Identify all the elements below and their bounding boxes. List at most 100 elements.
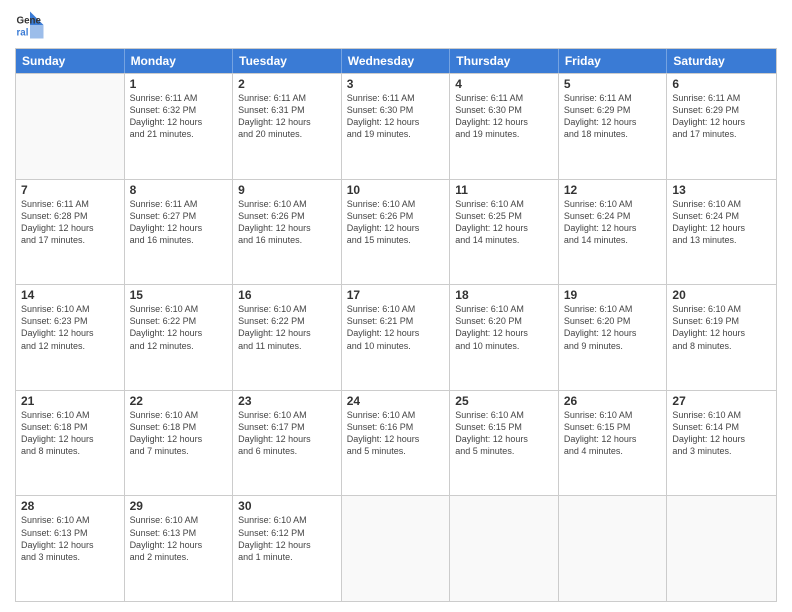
page: Gene ral SundayMondayTuesdayWednesdayThu… — [0, 0, 792, 612]
weekday-header: Sunday — [16, 49, 125, 73]
calendar-cell — [16, 74, 125, 179]
weekday-header: Saturday — [667, 49, 776, 73]
day-number: 25 — [455, 394, 553, 408]
calendar-cell: 3Sunrise: 6:11 AMSunset: 6:30 PMDaylight… — [342, 74, 451, 179]
day-info: Sunrise: 6:11 AMSunset: 6:30 PMDaylight:… — [347, 92, 445, 141]
calendar-cell: 19Sunrise: 6:10 AMSunset: 6:20 PMDayligh… — [559, 285, 668, 390]
calendar-body: 1Sunrise: 6:11 AMSunset: 6:32 PMDaylight… — [16, 73, 776, 601]
calendar-cell: 10Sunrise: 6:10 AMSunset: 6:26 PMDayligh… — [342, 180, 451, 285]
calendar-cell: 28Sunrise: 6:10 AMSunset: 6:13 PMDayligh… — [16, 496, 125, 601]
calendar-row: 28Sunrise: 6:10 AMSunset: 6:13 PMDayligh… — [16, 495, 776, 601]
day-number: 9 — [238, 183, 336, 197]
day-number: 24 — [347, 394, 445, 408]
calendar-cell — [450, 496, 559, 601]
day-info: Sunrise: 6:10 AMSunset: 6:12 PMDaylight:… — [238, 514, 336, 563]
logo: Gene ral — [15, 10, 49, 40]
day-info: Sunrise: 6:10 AMSunset: 6:14 PMDaylight:… — [672, 409, 771, 458]
day-number: 16 — [238, 288, 336, 302]
day-info: Sunrise: 6:10 AMSunset: 6:18 PMDaylight:… — [21, 409, 119, 458]
day-info: Sunrise: 6:10 AMSunset: 6:15 PMDaylight:… — [564, 409, 662, 458]
day-info: Sunrise: 6:11 AMSunset: 6:29 PMDaylight:… — [672, 92, 771, 141]
calendar-cell: 7Sunrise: 6:11 AMSunset: 6:28 PMDaylight… — [16, 180, 125, 285]
day-number: 28 — [21, 499, 119, 513]
day-info: Sunrise: 6:10 AMSunset: 6:26 PMDaylight:… — [238, 198, 336, 247]
header: Gene ral — [15, 10, 777, 40]
weekday-header: Monday — [125, 49, 234, 73]
day-number: 18 — [455, 288, 553, 302]
day-number: 30 — [238, 499, 336, 513]
calendar-cell: 4Sunrise: 6:11 AMSunset: 6:30 PMDaylight… — [450, 74, 559, 179]
calendar-cell: 2Sunrise: 6:11 AMSunset: 6:31 PMDaylight… — [233, 74, 342, 179]
day-info: Sunrise: 6:11 AMSunset: 6:28 PMDaylight:… — [21, 198, 119, 247]
day-info: Sunrise: 6:10 AMSunset: 6:16 PMDaylight:… — [347, 409, 445, 458]
day-number: 7 — [21, 183, 119, 197]
calendar: SundayMondayTuesdayWednesdayThursdayFrid… — [15, 48, 777, 602]
day-info: Sunrise: 6:10 AMSunset: 6:17 PMDaylight:… — [238, 409, 336, 458]
calendar-row: 1Sunrise: 6:11 AMSunset: 6:32 PMDaylight… — [16, 73, 776, 179]
day-number: 3 — [347, 77, 445, 91]
day-info: Sunrise: 6:11 AMSunset: 6:32 PMDaylight:… — [130, 92, 228, 141]
day-number: 14 — [21, 288, 119, 302]
calendar-cell: 1Sunrise: 6:11 AMSunset: 6:32 PMDaylight… — [125, 74, 234, 179]
calendar-cell: 25Sunrise: 6:10 AMSunset: 6:15 PMDayligh… — [450, 391, 559, 496]
calendar-cell: 9Sunrise: 6:10 AMSunset: 6:26 PMDaylight… — [233, 180, 342, 285]
day-number: 27 — [672, 394, 771, 408]
day-info: Sunrise: 6:10 AMSunset: 6:20 PMDaylight:… — [455, 303, 553, 352]
calendar-cell: 23Sunrise: 6:10 AMSunset: 6:17 PMDayligh… — [233, 391, 342, 496]
day-number: 17 — [347, 288, 445, 302]
calendar-cell: 26Sunrise: 6:10 AMSunset: 6:15 PMDayligh… — [559, 391, 668, 496]
day-info: Sunrise: 6:10 AMSunset: 6:21 PMDaylight:… — [347, 303, 445, 352]
calendar-cell — [667, 496, 776, 601]
calendar-header: SundayMondayTuesdayWednesdayThursdayFrid… — [16, 49, 776, 73]
calendar-cell: 11Sunrise: 6:10 AMSunset: 6:25 PMDayligh… — [450, 180, 559, 285]
day-info: Sunrise: 6:10 AMSunset: 6:24 PMDaylight:… — [672, 198, 771, 247]
svg-text:ral: ral — [17, 28, 29, 39]
day-info: Sunrise: 6:10 AMSunset: 6:13 PMDaylight:… — [21, 514, 119, 563]
day-number: 22 — [130, 394, 228, 408]
day-info: Sunrise: 6:11 AMSunset: 6:27 PMDaylight:… — [130, 198, 228, 247]
calendar-cell: 8Sunrise: 6:11 AMSunset: 6:27 PMDaylight… — [125, 180, 234, 285]
day-number: 21 — [21, 394, 119, 408]
calendar-cell: 21Sunrise: 6:10 AMSunset: 6:18 PMDayligh… — [16, 391, 125, 496]
day-info: Sunrise: 6:10 AMSunset: 6:24 PMDaylight:… — [564, 198, 662, 247]
day-number: 8 — [130, 183, 228, 197]
calendar-cell — [342, 496, 451, 601]
calendar-cell: 6Sunrise: 6:11 AMSunset: 6:29 PMDaylight… — [667, 74, 776, 179]
calendar-cell: 27Sunrise: 6:10 AMSunset: 6:14 PMDayligh… — [667, 391, 776, 496]
calendar-cell: 20Sunrise: 6:10 AMSunset: 6:19 PMDayligh… — [667, 285, 776, 390]
day-number: 11 — [455, 183, 553, 197]
calendar-cell: 17Sunrise: 6:10 AMSunset: 6:21 PMDayligh… — [342, 285, 451, 390]
day-number: 2 — [238, 77, 336, 91]
logo-icon: Gene ral — [15, 10, 45, 40]
day-number: 12 — [564, 183, 662, 197]
calendar-cell: 16Sunrise: 6:10 AMSunset: 6:22 PMDayligh… — [233, 285, 342, 390]
day-info: Sunrise: 6:10 AMSunset: 6:20 PMDaylight:… — [564, 303, 662, 352]
day-number: 29 — [130, 499, 228, 513]
day-info: Sunrise: 6:10 AMSunset: 6:23 PMDaylight:… — [21, 303, 119, 352]
day-info: Sunrise: 6:10 AMSunset: 6:15 PMDaylight:… — [455, 409, 553, 458]
calendar-cell: 13Sunrise: 6:10 AMSunset: 6:24 PMDayligh… — [667, 180, 776, 285]
day-info: Sunrise: 6:10 AMSunset: 6:25 PMDaylight:… — [455, 198, 553, 247]
calendar-cell: 22Sunrise: 6:10 AMSunset: 6:18 PMDayligh… — [125, 391, 234, 496]
calendar-row: 7Sunrise: 6:11 AMSunset: 6:28 PMDaylight… — [16, 179, 776, 285]
day-number: 5 — [564, 77, 662, 91]
calendar-row: 14Sunrise: 6:10 AMSunset: 6:23 PMDayligh… — [16, 284, 776, 390]
day-number: 1 — [130, 77, 228, 91]
weekday-header: Thursday — [450, 49, 559, 73]
day-info: Sunrise: 6:11 AMSunset: 6:31 PMDaylight:… — [238, 92, 336, 141]
day-number: 13 — [672, 183, 771, 197]
weekday-header: Wednesday — [342, 49, 451, 73]
calendar-cell: 29Sunrise: 6:10 AMSunset: 6:13 PMDayligh… — [125, 496, 234, 601]
calendar-cell: 24Sunrise: 6:10 AMSunset: 6:16 PMDayligh… — [342, 391, 451, 496]
day-number: 26 — [564, 394, 662, 408]
day-info: Sunrise: 6:10 AMSunset: 6:13 PMDaylight:… — [130, 514, 228, 563]
day-info: Sunrise: 6:10 AMSunset: 6:18 PMDaylight:… — [130, 409, 228, 458]
day-info: Sunrise: 6:11 AMSunset: 6:30 PMDaylight:… — [455, 92, 553, 141]
calendar-cell: 5Sunrise: 6:11 AMSunset: 6:29 PMDaylight… — [559, 74, 668, 179]
weekday-header: Tuesday — [233, 49, 342, 73]
day-number: 23 — [238, 394, 336, 408]
calendar-cell — [559, 496, 668, 601]
calendar-row: 21Sunrise: 6:10 AMSunset: 6:18 PMDayligh… — [16, 390, 776, 496]
day-number: 15 — [130, 288, 228, 302]
day-info: Sunrise: 6:10 AMSunset: 6:22 PMDaylight:… — [130, 303, 228, 352]
